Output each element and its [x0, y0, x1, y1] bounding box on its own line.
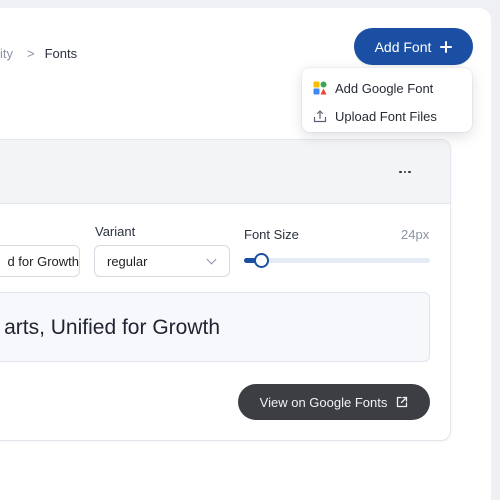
add-font-label: Add Font: [374, 38, 432, 55]
menu-item-add-google-font[interactable]: Add Google Font: [302, 74, 472, 102]
variant-value: regular: [107, 253, 148, 269]
view-on-google-fonts-label: View on Google Fonts: [259, 394, 388, 410]
chevron-down-icon: [206, 254, 217, 265]
plus-icon: [440, 40, 453, 53]
font-card: d for Growth Variant regular Font Size 2…: [0, 139, 451, 441]
breadcrumb: ity > Fonts: [0, 46, 77, 61]
font-size-slider[interactable]: [244, 253, 430, 268]
breadcrumb-separator-icon: >: [27, 46, 35, 61]
upload-icon: [313, 110, 327, 123]
more-horizontal-icon[interactable]: [395, 162, 415, 182]
variant-select[interactable]: regular: [94, 245, 230, 277]
font-name-value: d for Growth: [7, 253, 79, 269]
breadcrumb-current: Fonts: [44, 46, 78, 61]
font-size-value: 24px: [401, 227, 430, 242]
font-preview-text: arts, Unified for Growth: [4, 316, 220, 339]
add-font-button[interactable]: Add Font: [354, 28, 473, 65]
external-link-icon: [397, 396, 408, 408]
menu-item-upload-font-files[interactable]: Upload Font Files: [302, 102, 472, 130]
font-card-header: [0, 140, 450, 204]
breadcrumb-previous[interactable]: ity: [0, 46, 13, 61]
google-fonts-icon: [313, 81, 327, 95]
variant-label: Variant: [95, 224, 136, 239]
font-name-input[interactable]: d for Growth: [0, 245, 80, 277]
menu-item-label: Upload Font Files: [335, 108, 437, 124]
page-panel: ity > Fonts Add Font Add Google Font Upl…: [0, 8, 491, 500]
font-preview-box: arts, Unified for Growth: [0, 292, 430, 362]
view-on-google-fonts-button[interactable]: View on Google Fonts: [238, 384, 430, 420]
add-font-menu: Add Google Font Upload Font Files: [302, 68, 472, 132]
font-size-label: Font Size: [244, 227, 299, 242]
font-size-slider-thumb[interactable]: [254, 253, 269, 268]
menu-item-label: Add Google Font: [335, 80, 434, 96]
